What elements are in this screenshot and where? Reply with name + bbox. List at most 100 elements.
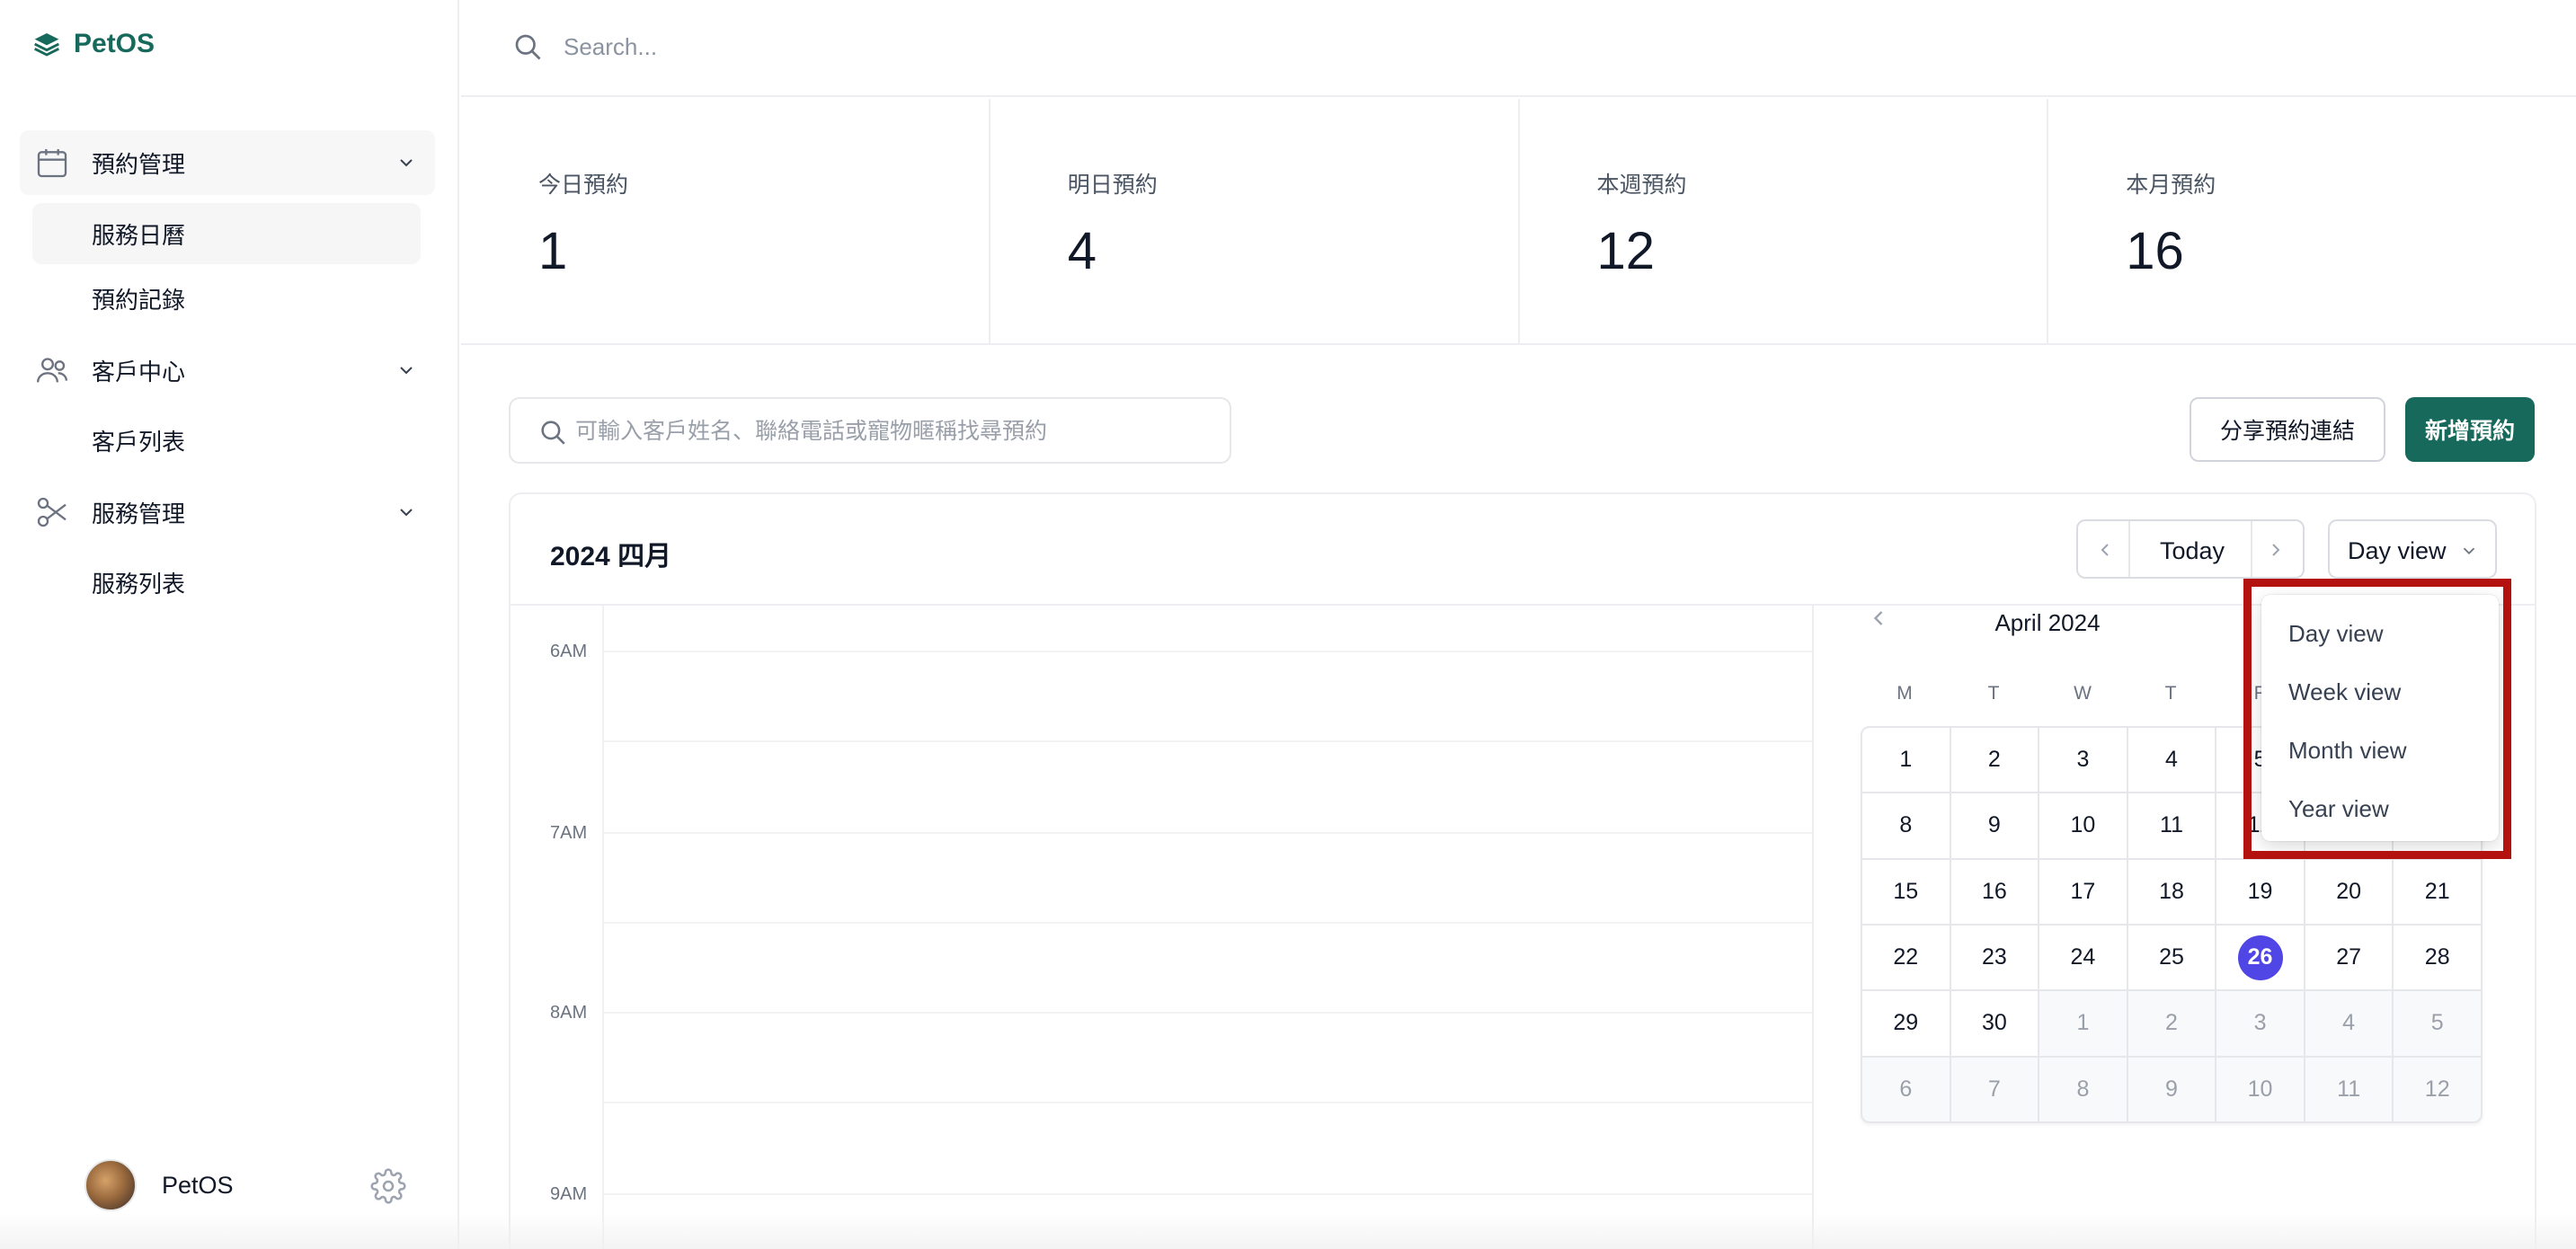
mini-calendar-day[interactable]: 12 bbox=[2394, 1057, 2481, 1121]
mini-calendar-day[interactable]: 27 bbox=[2305, 926, 2393, 990]
calendar-panel: 2024 四月 Today Day view 6AM 7AM 8AM 9AM A… bbox=[509, 492, 2536, 1249]
stat-value: 4 bbox=[1067, 222, 1097, 280]
mini-calendar-day[interactable]: 18 bbox=[2127, 859, 2216, 924]
mini-calendar-day[interactable]: 4 bbox=[2127, 728, 2216, 793]
sidebar-group-services[interactable]: 服務管理 bbox=[20, 480, 435, 545]
time-label: 6AM bbox=[550, 642, 588, 661]
brand-name: PetOS bbox=[74, 29, 155, 58]
chevron-down-icon bbox=[2463, 547, 2475, 555]
mini-calendar-day[interactable]: 7 bbox=[1950, 1057, 2039, 1121]
chevron-down-icon bbox=[400, 509, 413, 517]
stat-value: 12 bbox=[1596, 222, 1656, 280]
mini-calendar-day[interactable]: 6 bbox=[1862, 1057, 1950, 1121]
mini-calendar-day[interactable]: 1 bbox=[1862, 728, 1950, 793]
half-hour-line bbox=[604, 922, 1812, 924]
stats-row: 今日預約 1 明日預約 4 本週預約 12 本月預約 16 bbox=[461, 99, 2576, 345]
mini-calendar-day[interactable]: 15 bbox=[1862, 859, 1950, 924]
mini-calendar-day[interactable]: 11 bbox=[2127, 793, 2216, 858]
selected-day-marker: 26 bbox=[2237, 935, 2283, 980]
hour-line bbox=[604, 1012, 1812, 1014]
sidebar-group-label: 客戶中心 bbox=[92, 358, 186, 385]
mini-calendar-day[interactable]: 29 bbox=[1862, 991, 1950, 1056]
stat-label: 本月預約 bbox=[2126, 173, 2216, 198]
brand-logo[interactable]: PetOS bbox=[32, 29, 155, 59]
sidebar-item-label: 預約記錄 bbox=[92, 286, 186, 314]
mini-calendar-day[interactable]: 16 bbox=[1950, 859, 2039, 924]
mini-calendar-day[interactable]: 20 bbox=[2305, 859, 2393, 924]
view-select[interactable]: Day view bbox=[2328, 519, 2497, 579]
chevron-left-icon[interactable] bbox=[1866, 606, 1891, 631]
half-hour-line bbox=[604, 740, 1812, 742]
sidebar-group-label: 服務管理 bbox=[92, 500, 186, 527]
mini-calendar-day[interactable]: 9 bbox=[2127, 1057, 2216, 1121]
chevron-right-icon[interactable] bbox=[2265, 539, 2287, 561]
mini-calendar-day-selected[interactable]: 26 bbox=[2216, 926, 2304, 990]
mini-calendar-day[interactable]: 10 bbox=[2216, 1057, 2304, 1121]
share-booking-link-button[interactable]: 分享預約連結 bbox=[2190, 397, 2385, 462]
global-search-input[interactable] bbox=[564, 25, 1372, 68]
mini-calendar-month: April 2024 bbox=[1994, 609, 2101, 636]
weekday-label: M bbox=[1896, 683, 1913, 704]
sidebar-group-appointments[interactable]: 預約管理 bbox=[20, 130, 435, 195]
view-select-value: Day view bbox=[2348, 537, 2447, 564]
hour-line bbox=[604, 832, 1812, 834]
stat-value: 1 bbox=[538, 222, 568, 280]
mini-calendar-day[interactable]: 11 bbox=[2305, 1057, 2393, 1121]
sidebar-item-appointment-records[interactable]: 預約記錄 bbox=[32, 268, 421, 329]
mini-calendar-day[interactable]: 5 bbox=[2394, 991, 2481, 1056]
new-booking-button[interactable]: 新增預約 bbox=[2405, 397, 2535, 462]
mini-calendar-day[interactable]: 3 bbox=[2039, 728, 2127, 793]
mini-calendar-day[interactable]: 8 bbox=[1862, 793, 1950, 858]
mini-calendar-day[interactable]: 21 bbox=[2394, 859, 2481, 924]
day-time-grid[interactable] bbox=[604, 606, 1812, 1249]
mini-calendar-day[interactable]: 25 bbox=[2127, 926, 2216, 990]
mini-calendar-day[interactable]: 22 bbox=[1862, 926, 1950, 990]
time-label: 7AM bbox=[550, 823, 588, 843]
stat-week: 本週預約 12 bbox=[1520, 99, 2049, 343]
time-label: 8AM bbox=[550, 1003, 588, 1023]
search-icon bbox=[541, 421, 565, 445]
mini-calendar-day[interactable]: 30 bbox=[1950, 991, 2039, 1056]
sidebar-item-service-calendar[interactable]: 服務日曆 bbox=[32, 203, 421, 264]
stat-tomorrow: 明日預約 4 bbox=[990, 99, 1520, 343]
mini-calendar-day[interactable]: 2 bbox=[1950, 728, 2039, 793]
mini-calendar-day[interactable]: 19 bbox=[2216, 859, 2304, 924]
chevron-left-icon[interactable] bbox=[2094, 539, 2116, 561]
weekday-label: T bbox=[1987, 683, 2000, 704]
mini-calendar-day[interactable]: 1 bbox=[2039, 991, 2127, 1056]
stat-month: 本月預約 16 bbox=[2048, 99, 2576, 343]
mini-calendar-day[interactable]: 17 bbox=[2039, 859, 2127, 924]
calendar-title: 2024 四月 bbox=[550, 542, 672, 571]
date-navigation: Today bbox=[2076, 519, 2305, 579]
stat-value: 16 bbox=[2126, 222, 2184, 280]
mini-calendar-day[interactable]: 23 bbox=[1950, 926, 2039, 990]
stat-label: 今日預約 bbox=[538, 173, 629, 198]
mini-calendar-day[interactable]: 8 bbox=[2039, 1057, 2127, 1121]
sidebar-item-service-list[interactable]: 服務列表 bbox=[32, 552, 421, 613]
avatar bbox=[84, 1159, 137, 1211]
mini-calendar-day[interactable]: 4 bbox=[2305, 991, 2393, 1056]
booking-search-box bbox=[509, 397, 1231, 464]
sidebar-item-label: 服務列表 bbox=[92, 570, 186, 598]
sidebar-group-customers[interactable]: 客戶中心 bbox=[20, 338, 435, 403]
mini-calendar-day[interactable]: 2 bbox=[2127, 991, 2216, 1056]
mini-calendar-day[interactable]: 10 bbox=[2039, 793, 2127, 858]
mini-calendar-day[interactable]: 9 bbox=[1950, 793, 2039, 858]
hour-line bbox=[604, 651, 1812, 652]
user-profile[interactable]: PetOS bbox=[84, 1159, 234, 1211]
half-hour-line bbox=[604, 1102, 1812, 1103]
chevron-down-icon bbox=[400, 367, 413, 375]
divider bbox=[1812, 606, 1814, 1249]
sidebar-item-customer-list[interactable]: 客戶列表 bbox=[32, 410, 421, 471]
divider bbox=[2251, 521, 2252, 577]
booking-search-input[interactable] bbox=[575, 410, 1204, 453]
mini-calendar-day[interactable]: 28 bbox=[2394, 926, 2481, 990]
mini-calendar-day[interactable]: 24 bbox=[2039, 926, 2127, 990]
user-name: PetOS bbox=[162, 1171, 234, 1199]
hour-line bbox=[604, 1193, 1812, 1195]
today-button[interactable]: Today bbox=[2127, 537, 2258, 565]
gear-icon[interactable] bbox=[370, 1168, 406, 1204]
chevron-down-icon bbox=[400, 159, 413, 167]
mini-calendar-day[interactable]: 3 bbox=[2216, 991, 2304, 1056]
layers-icon bbox=[34, 33, 59, 57]
